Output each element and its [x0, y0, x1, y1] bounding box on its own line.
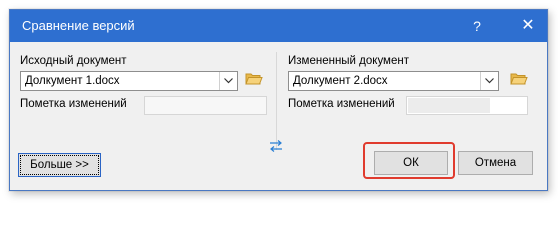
original-document-label: Исходный документ: [20, 55, 127, 67]
original-document-combo[interactable]: Долкумент 1.docx: [20, 71, 238, 91]
folder-icon[interactable]: [245, 71, 265, 89]
chevron-down-icon[interactable]: [219, 72, 237, 90]
revised-document-combo[interactable]: Долкумент 2.docx: [288, 71, 499, 91]
focus-rect: [20, 155, 99, 175]
help-button[interactable]: ?: [459, 10, 495, 42]
folder-icon[interactable]: [510, 71, 530, 89]
revised-mark-fill: [408, 98, 490, 113]
revised-document-label: Измененный документ: [288, 55, 409, 67]
original-mark-label: Пометка изменений: [20, 98, 127, 110]
revised-document-value: Долкумент 2.docx: [293, 75, 388, 87]
close-button[interactable]: ✕: [510, 10, 546, 42]
title-bar: Сравнение версий ? ✕: [10, 10, 547, 42]
compare-versions-dialog: Сравнение версий ? ✕ Исходный документ Д…: [9, 9, 548, 191]
ok-button[interactable]: ОК: [374, 151, 448, 175]
cancel-button[interactable]: Отмена: [458, 151, 533, 175]
chevron-down-icon[interactable]: [480, 72, 498, 90]
cancel-button-label: Отмена: [474, 157, 517, 169]
revised-mark-field[interactable]: [406, 96, 528, 115]
swap-arrows-icon[interactable]: [268, 139, 286, 155]
window-title: Сравнение версий: [22, 18, 135, 33]
ok-button-label: ОК: [403, 157, 419, 169]
original-document-value: Долкумент 1.docx: [25, 75, 120, 87]
original-mark-field[interactable]: [144, 96, 267, 115]
revised-mark-label: Пометка изменений: [288, 98, 395, 110]
section-divider: [276, 52, 277, 150]
more-button[interactable]: Больше >>: [18, 153, 101, 177]
